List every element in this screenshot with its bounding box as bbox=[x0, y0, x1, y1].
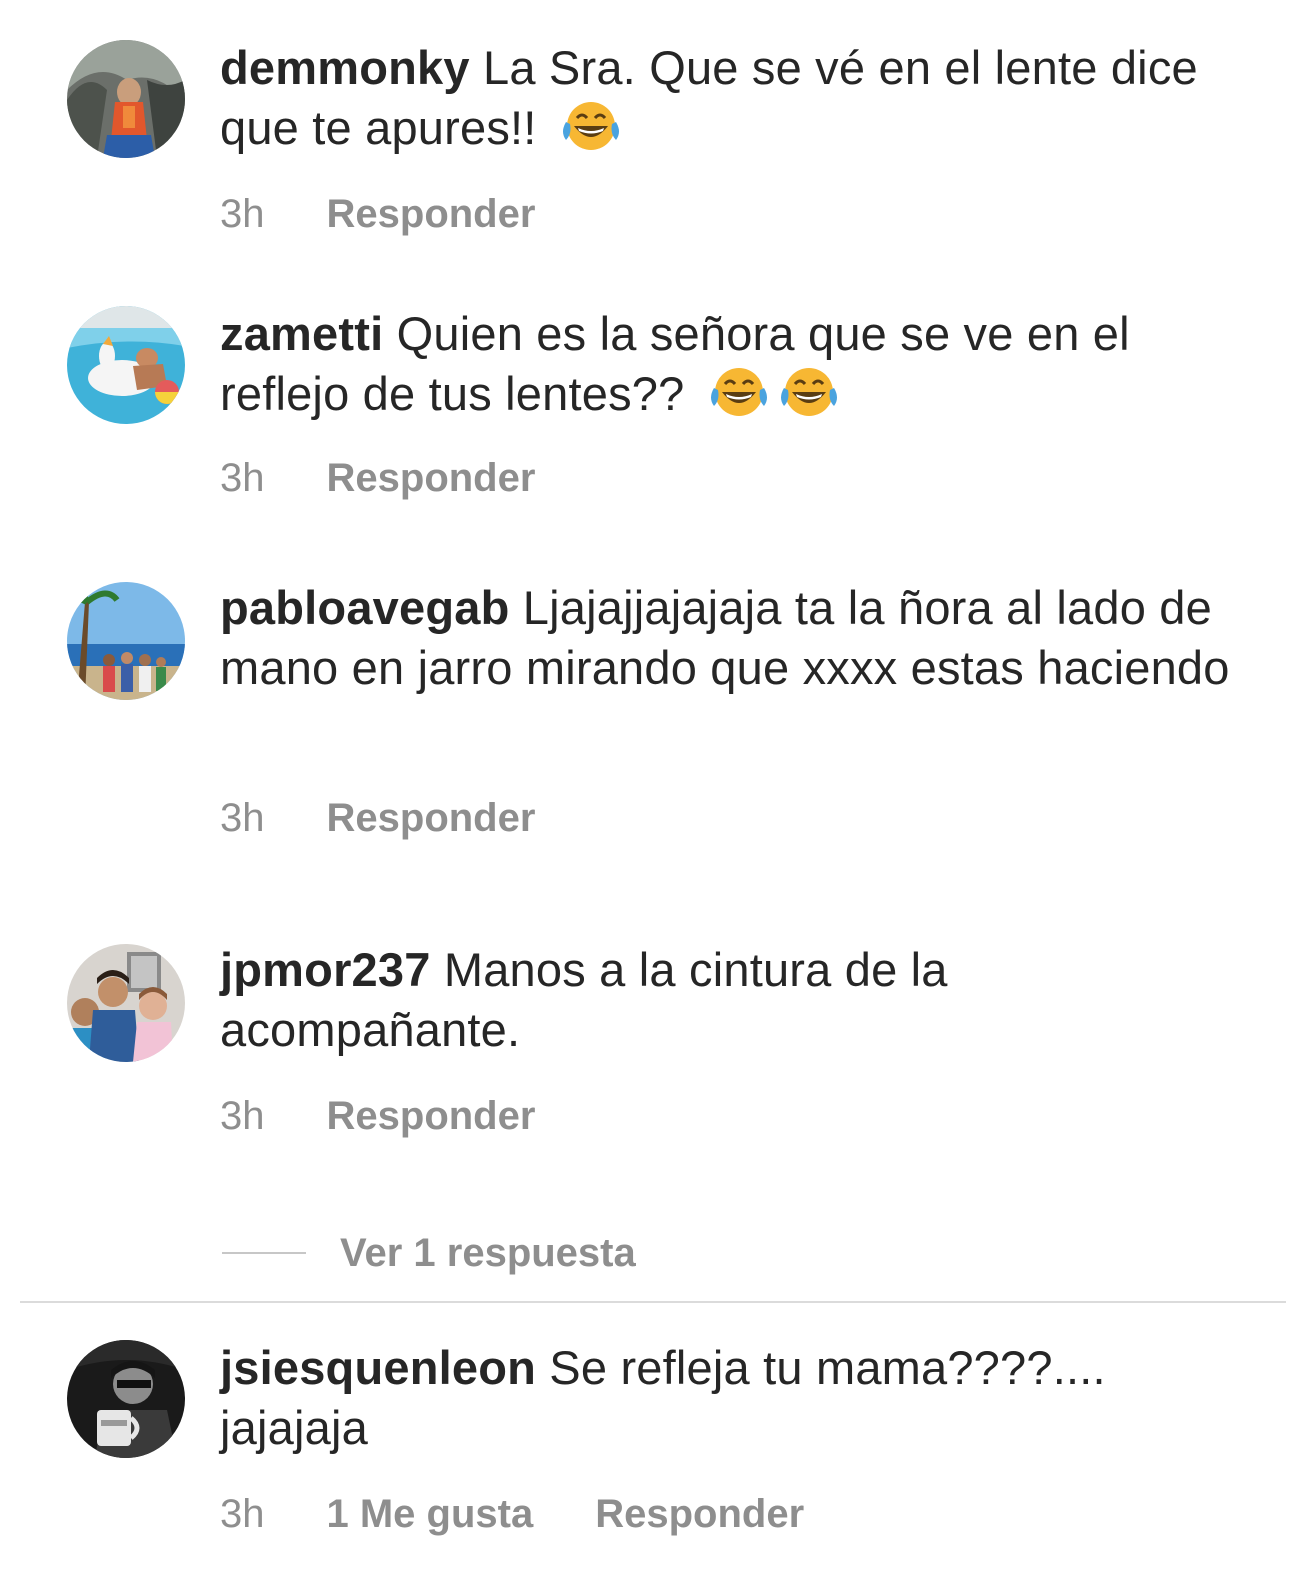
comment-username[interactable]: jpmor237 bbox=[220, 943, 431, 996]
likes-count-button[interactable]: 1 Me gusta bbox=[327, 1492, 534, 1536]
comment-meta: 3h Responder bbox=[220, 454, 535, 502]
avatar[interactable] bbox=[67, 582, 185, 700]
view-replies-label: Ver 1 respuesta bbox=[340, 1231, 636, 1275]
comment-time: 3h bbox=[220, 456, 265, 500]
comment-body: jpmor237 Manos a la cintura de la acompa… bbox=[220, 940, 1230, 1060]
face-with-tears-of-joy-icon bbox=[780, 368, 837, 416]
comment-time: 3h bbox=[220, 192, 265, 236]
view-replies-button[interactable]: Ver 1 respuesta bbox=[222, 1228, 636, 1278]
comment-body: demmonky La Sra. Que se vé en el lente d… bbox=[220, 38, 1230, 158]
reply-button[interactable]: Responder bbox=[327, 1094, 536, 1138]
reply-button[interactable]: Responder bbox=[595, 1492, 804, 1536]
avatar[interactable] bbox=[67, 1340, 185, 1458]
face-with-tears-of-joy-icon bbox=[562, 102, 619, 150]
avatar-photo-icon bbox=[67, 40, 185, 158]
comment-body: jsiesquenleon Se refleja tu mama????....… bbox=[220, 1338, 1230, 1458]
comment-username[interactable]: demmonky bbox=[220, 41, 470, 94]
reply-button[interactable]: Responder bbox=[327, 192, 536, 236]
reply-button[interactable]: Responder bbox=[327, 796, 536, 840]
avatar[interactable] bbox=[67, 306, 185, 424]
comment-time: 3h bbox=[220, 1492, 265, 1536]
comment-meta: 3h Responder bbox=[220, 190, 535, 238]
comment-meta: 3h Responder bbox=[220, 794, 535, 842]
divider bbox=[20, 1301, 1286, 1303]
avatar[interactable] bbox=[67, 40, 185, 158]
face-with-tears-of-joy-icon bbox=[710, 368, 767, 416]
comment-meta: 3h Responder bbox=[220, 1092, 535, 1140]
comment-body: pabloavegab Ljajajjajajaja ta la ñora al… bbox=[220, 578, 1230, 698]
comment-meta: 3h 1 Me gusta Responder bbox=[220, 1490, 804, 1538]
avatar-photo-icon bbox=[67, 582, 185, 700]
comment-username[interactable]: jsiesquenleon bbox=[220, 1341, 536, 1394]
reply-button[interactable]: Responder bbox=[327, 456, 536, 500]
view-replies-line bbox=[222, 1252, 306, 1255]
avatar-photo-icon bbox=[67, 306, 185, 424]
avatar-photo-icon bbox=[67, 1340, 185, 1458]
comment-time: 3h bbox=[220, 796, 265, 840]
comment-time: 3h bbox=[220, 1094, 265, 1138]
comment-username[interactable]: zametti bbox=[220, 307, 383, 360]
avatar[interactable] bbox=[67, 944, 185, 1062]
comment-body: zametti Quien es la señora que se ve en … bbox=[220, 304, 1230, 424]
comment-username[interactable]: pabloavegab bbox=[220, 581, 510, 634]
avatar-photo-icon bbox=[67, 944, 185, 1062]
